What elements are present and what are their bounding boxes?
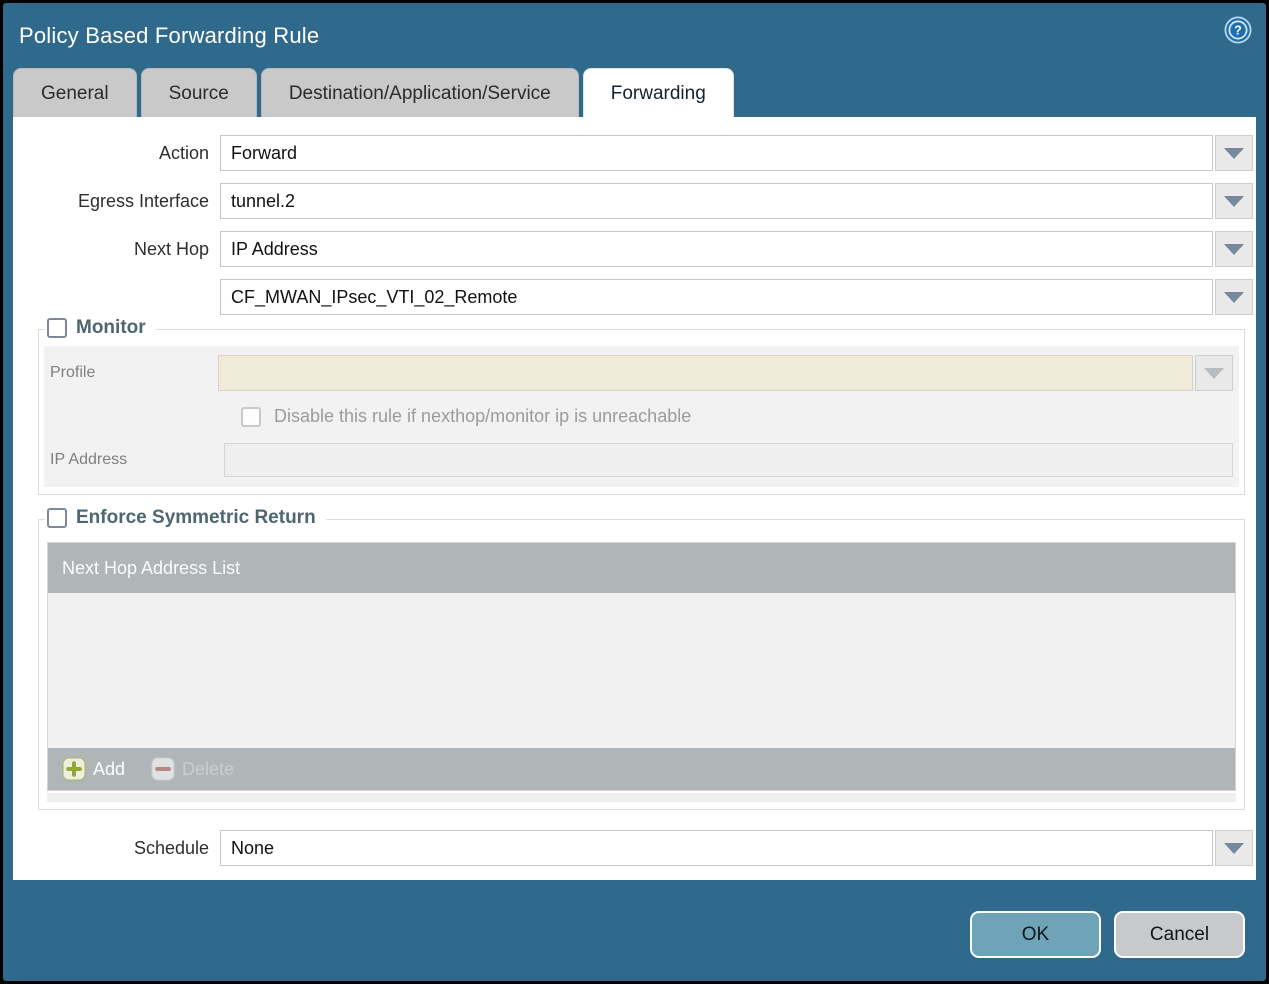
dialog-button-bar: OK Cancel <box>3 911 1245 958</box>
table-bottom-strip <box>47 793 1236 802</box>
minus-icon <box>151 757 175 781</box>
forwarding-tab-panel: Action Forward Egress Interface tunnel.2… <box>13 117 1256 880</box>
monitor-ip-address-input <box>224 443 1233 477</box>
next-hop-address-select[interactable]: CF_MWAN_IPsec_VTI_02_Remote <box>220 279 1213 315</box>
monitor-ip-address-label: IP Address <box>50 451 128 468</box>
monitor-section: Monitor Profile Disable this rule if nex… <box>38 317 1245 495</box>
chevron-down-icon <box>1204 367 1224 379</box>
next-hop-type-select[interactable]: IP Address <box>220 231 1213 267</box>
monitor-checkbox[interactable] <box>47 318 67 338</box>
profile-row: Profile <box>50 355 1233 391</box>
next-hop-label: Next Hop <box>133 238 209 259</box>
schedule-dropdown-button[interactable] <box>1215 830 1253 866</box>
symmetric-return-section: Enforce Symmetric Return Next Hop Addres… <box>38 507 1245 810</box>
profile-select <box>218 355 1193 391</box>
monitor-fields: Profile Disable this rule if nexthop/mon… <box>44 346 1239 487</box>
next-hop-address-list-body[interactable] <box>48 593 1235 748</box>
monitor-legend: Monitor <box>45 317 156 339</box>
schedule-select[interactable]: None <box>220 830 1213 866</box>
tab-destination-application-service[interactable]: Destination/Application/Service <box>260 68 579 117</box>
action-row: Action Forward <box>13 135 1256 171</box>
cancel-button[interactable]: Cancel <box>1114 911 1245 958</box>
disable-rule-checkbox <box>241 406 261 427</box>
add-button-label: Add <box>93 758 126 779</box>
pbf-rule-dialog: Policy Based Forwarding Rule ? General S… <box>0 0 1269 984</box>
chevron-down-icon <box>1224 842 1244 854</box>
next-hop-address-dropdown-button[interactable] <box>1215 279 1253 315</box>
delete-button: Delete <box>151 757 234 781</box>
monitor-ip-address-row: IP Address <box>50 443 1233 477</box>
monitor-section-title: Monitor <box>76 317 146 338</box>
dialog-titlebar: Policy Based Forwarding Rule ? <box>3 3 1266 68</box>
chevron-down-icon <box>1224 243 1244 255</box>
ok-button[interactable]: OK <box>970 911 1101 958</box>
chevron-down-icon <box>1224 291 1244 303</box>
profile-dropdown-button <box>1195 355 1233 391</box>
next-hop-address-list-table: Next Hop Address List Add Delete <box>47 542 1236 791</box>
delete-button-label: Delete <box>182 758 235 779</box>
egress-interface-label: Egress Interface <box>77 190 209 211</box>
symmetric-return-title: Enforce Symmetric Return <box>76 507 316 528</box>
profile-label: Profile <box>50 364 96 381</box>
tab-source[interactable]: Source <box>140 68 257 117</box>
egress-interface-row: Egress Interface tunnel.2 <box>13 183 1256 219</box>
next-hop-dropdown-button[interactable] <box>1215 231 1253 267</box>
next-hop-address-row: CF_MWAN_IPsec_VTI_02_Remote <box>13 279 1256 315</box>
symmetric-return-legend: Enforce Symmetric Return <box>45 507 326 529</box>
action-label: Action <box>158 142 209 163</box>
tab-bar: General Source Destination/Application/S… <box>3 68 1266 117</box>
tab-forwarding[interactable]: Forwarding <box>582 68 734 117</box>
action-dropdown-button[interactable] <box>1215 135 1253 171</box>
schedule-label: Schedule <box>133 837 209 858</box>
symmetric-return-checkbox[interactable] <box>47 508 67 528</box>
dialog-title: Policy Based Forwarding Rule <box>19 22 320 48</box>
chevron-down-icon <box>1224 147 1244 159</box>
svg-text:?: ? <box>1234 24 1242 38</box>
plus-icon <box>62 757 86 781</box>
next-hop-address-list-toolbar: Add Delete <box>48 748 1235 790</box>
next-hop-address-list-header: Next Hop Address List <box>48 543 1235 593</box>
next-hop-row: Next Hop IP Address <box>13 231 1256 267</box>
disable-rule-row: Disable this rule if nexthop/monitor ip … <box>241 406 1233 427</box>
action-select[interactable]: Forward <box>220 135 1213 171</box>
schedule-row: Schedule None <box>13 830 1256 866</box>
chevron-down-icon <box>1224 195 1244 207</box>
add-button[interactable]: Add <box>62 757 125 781</box>
egress-interface-dropdown-button[interactable] <box>1215 183 1253 219</box>
tab-general[interactable]: General <box>13 68 137 117</box>
help-icon[interactable]: ? <box>1224 16 1252 44</box>
disable-rule-label: Disable this rule if nexthop/monitor ip … <box>274 406 692 426</box>
egress-interface-select[interactable]: tunnel.2 <box>220 183 1213 219</box>
